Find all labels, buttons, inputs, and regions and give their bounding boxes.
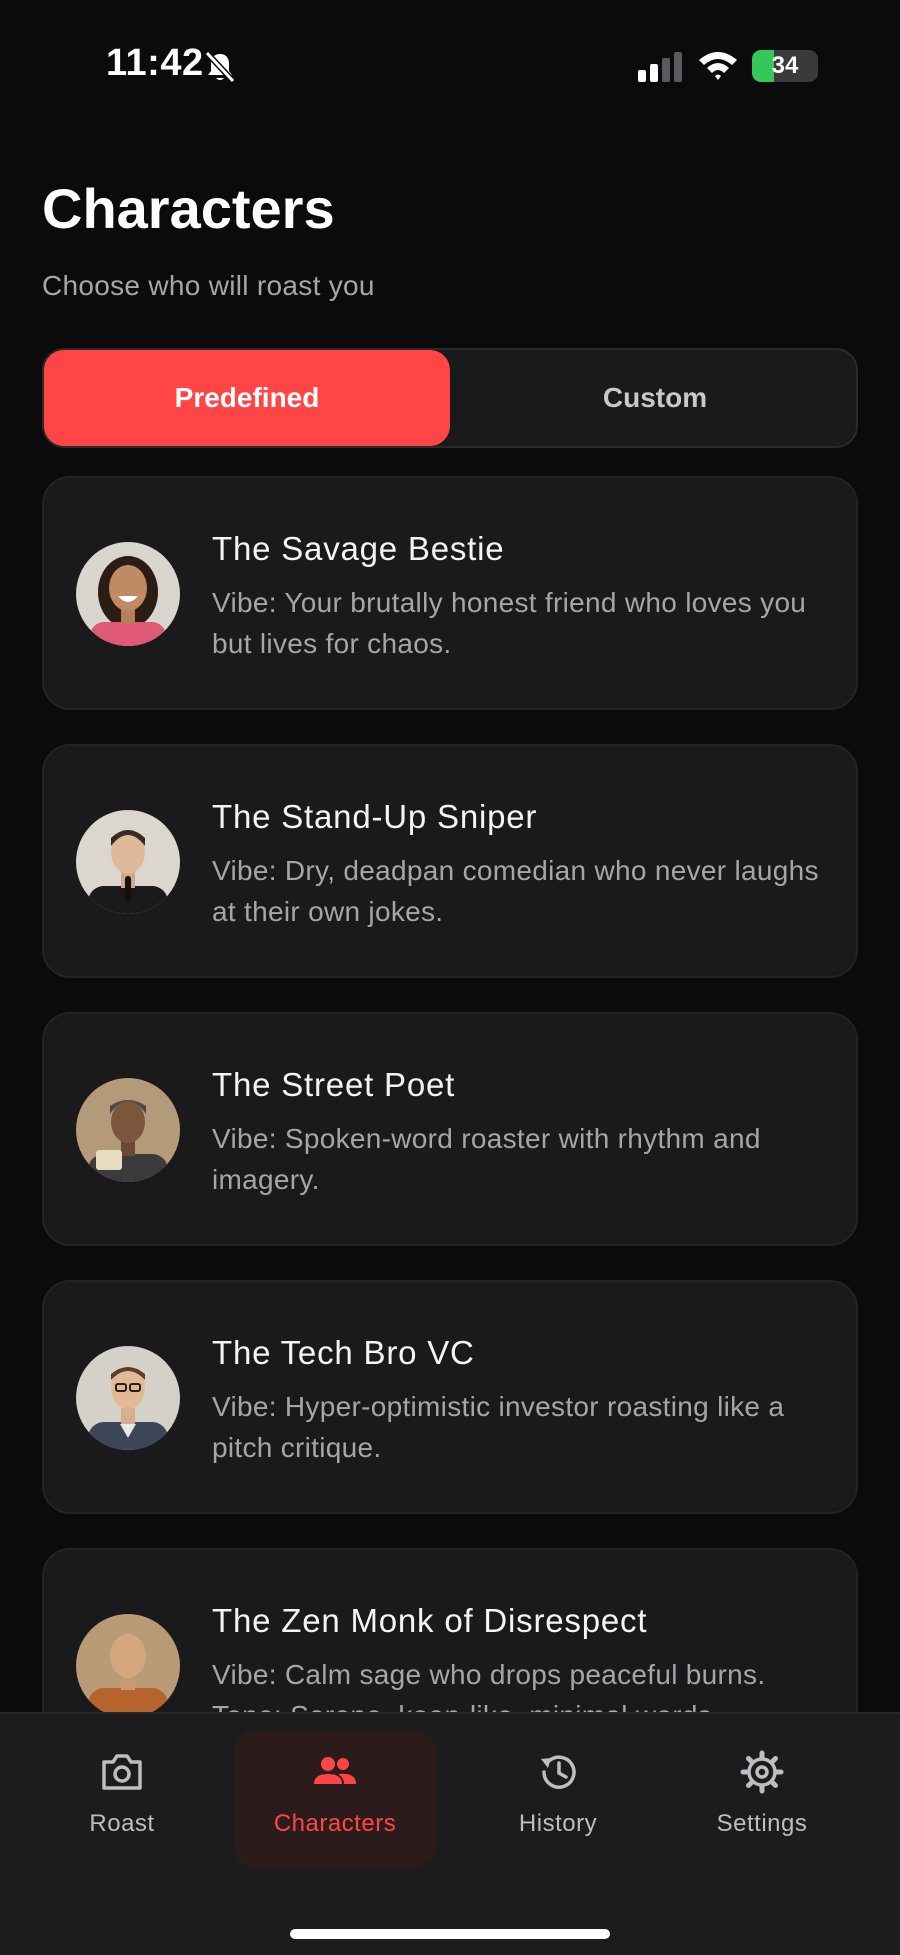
character-type-segmented-control: Predefined Custom [42, 348, 858, 448]
character-name: The Zen Monk of Disrespect [212, 1602, 648, 1639]
segment-predefined[interactable]: Predefined [44, 350, 450, 446]
character-name: The Stand-Up Sniper [212, 798, 538, 835]
character-list[interactable]: The Savage Bestie Vibe: Your brutally ho… [0, 476, 900, 1712]
character-description: Vibe: Dry, deadpan comedian who never la… [212, 855, 819, 927]
avatar [76, 1614, 180, 1712]
avatar [76, 1346, 180, 1450]
tab-settings-label: Settings [716, 1810, 808, 1837]
character-name: The Street Poet [212, 1066, 456, 1103]
tab-history[interactable]: History [480, 1730, 636, 1868]
history-icon [541, 1755, 576, 1789]
cellular-signal-icon [638, 52, 682, 82]
character-description: Vibe: Hyper-optimistic investor roasting… [212, 1391, 785, 1463]
avatar [76, 542, 180, 646]
people-icon [314, 1757, 356, 1784]
avatar [76, 810, 180, 914]
character-card[interactable]: The Stand-Up Sniper Vibe: Dry, deadpan c… [42, 744, 858, 978]
page-subtitle: Choose who will roast you [42, 270, 375, 301]
character-description: Vibe: Spoken-word roaster with rhythm an… [212, 1123, 761, 1195]
gear-icon [740, 1750, 784, 1794]
character-name: The Tech Bro VC [212, 1334, 475, 1371]
battery-percent: 34 [771, 52, 799, 79]
tab-characters-label: Characters [273, 1810, 397, 1837]
character-description: Vibe: Your brutally honest friend who lo… [212, 587, 807, 659]
wifi-icon [699, 52, 737, 80]
tab-characters[interactable]: Characters [234, 1730, 436, 1868]
tab-roast[interactable]: Roast [44, 1730, 200, 1868]
battery-indicator: 34 [752, 50, 818, 82]
camera-icon [102, 1754, 142, 1790]
character-name: The Savage Bestie [212, 530, 505, 567]
home-indicator[interactable] [290, 1929, 610, 1939]
avatar [76, 1078, 180, 1182]
character-description: Vibe: Calm sage who drops peaceful burns… [212, 1659, 766, 1712]
status-time: 11:42 [106, 42, 204, 84]
bell-muted-icon [204, 50, 236, 84]
character-card[interactable]: The Zen Monk of Disrespect Vibe: Calm sa… [42, 1548, 858, 1712]
status-bar: 11:42 34 [0, 0, 900, 120]
bottom-tab-bar: Roast Characters History Settings [0, 1712, 900, 1955]
segment-custom[interactable]: Custom [452, 350, 858, 446]
character-card[interactable]: The Savage Bestie Vibe: Your brutally ho… [42, 476, 858, 710]
tab-history-label: History [518, 1810, 598, 1837]
tab-settings[interactable]: Settings [684, 1730, 840, 1868]
character-card[interactable]: The Tech Bro VC Vibe: Hyper-optimistic i… [42, 1280, 858, 1514]
character-card[interactable]: The Street Poet Vibe: Spoken-word roaste… [42, 1012, 858, 1246]
tab-roast-label: Roast [89, 1810, 155, 1837]
page-title: Characters [42, 177, 335, 240]
